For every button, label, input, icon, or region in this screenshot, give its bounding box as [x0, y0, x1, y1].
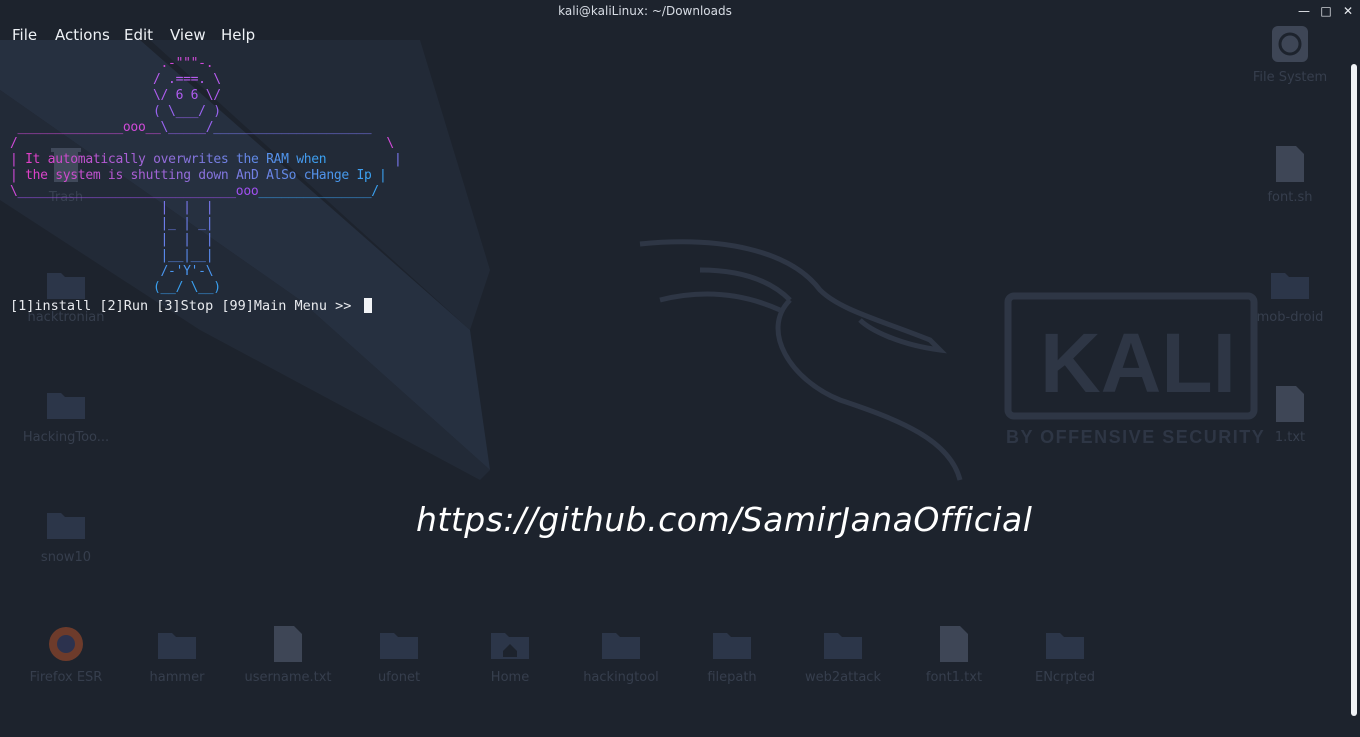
- desktop-icon-label: web2attack: [805, 670, 881, 685]
- desktop-icon-label: ufonet: [377, 670, 421, 685]
- desktop-icon-bottom-6[interactable]: filepath: [682, 624, 782, 685]
- file-icon: [932, 624, 976, 664]
- prompt-text: [1]install [2]Run [3]Stop [99]Main Menu …: [10, 298, 360, 314]
- home-folder-icon: [488, 624, 532, 664]
- maximize-icon[interactable]: □: [1317, 2, 1335, 20]
- desktop-icon-bottom-5[interactable]: hackingtool: [571, 624, 671, 685]
- file-icon: [1268, 384, 1312, 424]
- window-titlebar[interactable]: kali@kaliLinux: ~/Downloads — □ ✕: [0, 0, 1360, 22]
- desktop-icon-bottom-1[interactable]: hammer: [127, 624, 227, 685]
- desktop-icon-label: 1.txt: [1274, 430, 1306, 445]
- menu-actions[interactable]: Actions: [55, 26, 110, 44]
- desktop-icon-bottom-9[interactable]: ENcrpted: [1015, 624, 1115, 685]
- file-icon: [266, 624, 310, 664]
- desktop-icon-label: HackingToo...: [22, 430, 110, 445]
- folder-icon: [377, 624, 421, 664]
- desktop-icon-bottom-2[interactable]: username.txt: [238, 624, 338, 685]
- desktop-icon-label: ENcrpted: [1034, 670, 1096, 685]
- desktop-icon-label: Firefox ESR: [29, 670, 103, 685]
- text-cursor: [363, 298, 372, 313]
- folder-icon: [710, 624, 754, 664]
- desktop-icon-label: username.txt: [244, 670, 332, 685]
- desktop-icon-label: mob-droid: [1256, 310, 1324, 325]
- svg-text:BY OFFENSIVE SECURITY: BY OFFENSIVE SECURITY: [1006, 427, 1265, 447]
- scrollbar-thumb[interactable]: [1351, 64, 1357, 716]
- desktop-icon-label: snow10: [40, 550, 92, 565]
- desktop-icon-label: File System: [1252, 70, 1328, 85]
- minimize-icon[interactable]: —: [1295, 2, 1313, 20]
- folder-icon: [155, 624, 199, 664]
- desktop-icon-label: hackingtool: [583, 670, 659, 685]
- menu-edit[interactable]: Edit: [124, 26, 153, 44]
- desktop-icon-label: font.sh: [1267, 190, 1313, 205]
- firefox-icon: [44, 624, 88, 664]
- folder-icon: [1043, 624, 1087, 664]
- folder-icon: [44, 384, 88, 424]
- github-url-overlay: https://github.com/SamirJanaOfficial: [416, 500, 1033, 539]
- banner-line-2: the system is shutting down AnD AlSo cHa…: [25, 168, 372, 183]
- desktop-icon-right-2[interactable]: mob-droid: [1240, 264, 1340, 325]
- desktop-icon-bottom-4[interactable]: Home: [460, 624, 560, 685]
- terminal-prompt[interactable]: [1]install [2]Run [3]Stop [99]Main Menu …: [10, 298, 372, 314]
- desktop-icon-label: Home: [490, 670, 530, 685]
- desktop-icon-bottom-7[interactable]: web2attack: [793, 624, 893, 685]
- file-icon: [1268, 144, 1312, 184]
- folder-icon: [599, 624, 643, 664]
- desktop-icon-label: hammer: [149, 670, 205, 685]
- desktop-icon-right-3[interactable]: 1.txt: [1240, 384, 1340, 445]
- folder-icon: [1268, 264, 1312, 304]
- desktop-icon-bottom-3[interactable]: ufonet: [349, 624, 449, 685]
- banner-line-1: It automatically overwrites the RAM when: [25, 152, 327, 167]
- desktop-icon-bottom-0[interactable]: Firefox ESR: [16, 624, 116, 685]
- menu-file[interactable]: File: [12, 26, 37, 44]
- close-icon[interactable]: ✕: [1339, 2, 1357, 20]
- window-title: kali@kaliLinux: ~/Downloads: [558, 4, 732, 18]
- desktop-icon-left-2[interactable]: HackingToo...: [16, 384, 116, 445]
- desktop-icon-label: font1.txt: [925, 670, 983, 685]
- menu-view[interactable]: View: [170, 26, 206, 44]
- folder-icon: [44, 504, 88, 544]
- drive-icon: [1268, 24, 1312, 64]
- svg-text:KALI: KALI: [1040, 316, 1236, 410]
- desktop-icon-left-3[interactable]: snow10: [16, 504, 116, 565]
- desktop-icon-right-0[interactable]: File System: [1240, 24, 1340, 85]
- folder-icon: [821, 624, 865, 664]
- terminal-ascii-banner: .-"""-. / .===. \ \/ 6 6 \/ ( \___/ ) __…: [10, 56, 402, 295]
- menu-help[interactable]: Help: [221, 26, 255, 44]
- desktop-icon-bottom-8[interactable]: font1.txt: [904, 624, 1004, 685]
- desktop-icon-right-1[interactable]: font.sh: [1240, 144, 1340, 205]
- desktop-icon-label: filepath: [707, 670, 757, 685]
